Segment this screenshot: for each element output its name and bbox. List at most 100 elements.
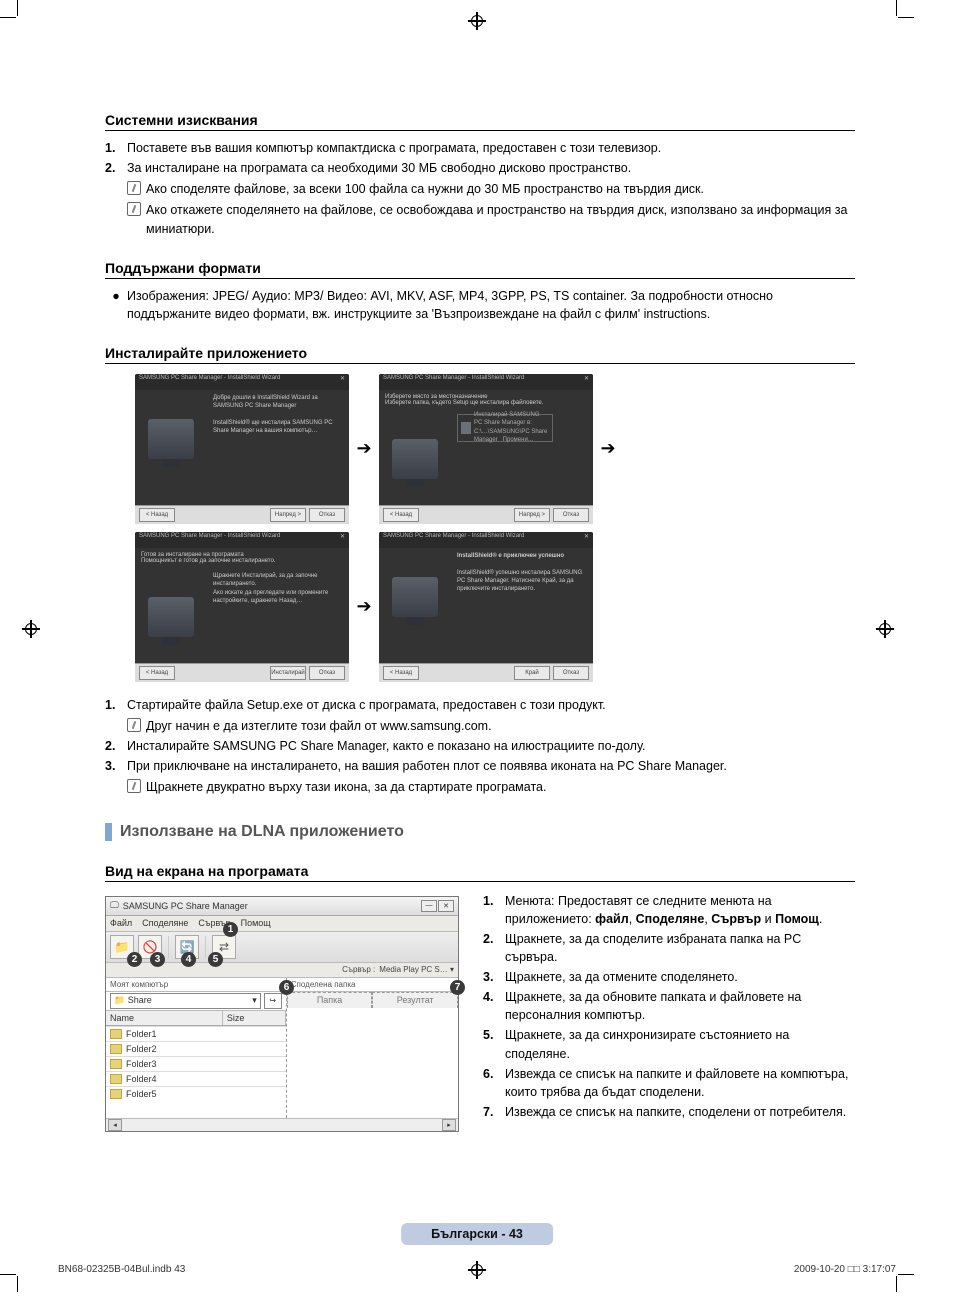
registration-mark <box>876 620 894 638</box>
note-text: Щракнете двукратно върху тази икона, за … <box>146 778 546 796</box>
doc-name: BN68-02325B-04Bul.indb 43 <box>58 1264 185 1275</box>
callout-5: 5 <box>208 952 223 967</box>
callout-3: 3 <box>150 952 165 967</box>
crop-mark <box>896 0 897 16</box>
doc-timestamp: 2009-10-20 □□ 3:17:07 <box>794 1264 896 1275</box>
menu-file: Файл <box>110 918 132 928</box>
section-supported-formats: Поддържани формати <box>105 260 855 279</box>
panel-label: Споделена папка <box>287 978 458 992</box>
app-title-text: SAMSUNG PC Share Manager <box>123 901 248 911</box>
section-dlna-use: Използване на DLNA приложението <box>105 823 855 841</box>
legend-text: Менюта: Предоставят се следните менюта н… <box>505 892 855 928</box>
legend-text: Щракнете, за да обновите папката и файло… <box>505 990 801 1022</box>
crop-mark <box>0 1274 16 1275</box>
folder-icon <box>461 422 471 434</box>
server-value: Media Play PC S… ▾ <box>379 965 454 974</box>
shared-panel: Споделена папка ПапкаРезултат <box>287 978 458 1118</box>
print-footer: BN68-02325B-04Bul.indb 43 2009-10-20 □□ … <box>58 1264 896 1275</box>
installer-screenshot: SAMSUNG PC Share Manager - InstallShield… <box>135 532 349 682</box>
installer-screenshot: SAMSUNG PC Share Manager - InstallShield… <box>135 374 349 524</box>
installer-screenshot: SAMSUNG PC Share Manager - InstallShield… <box>379 532 593 682</box>
legend-text: Щракнете, за да отмените споделянето. <box>505 970 738 984</box>
folder-row: Folder5 <box>106 1086 286 1101</box>
list-number: 6. <box>483 1065 505 1101</box>
menubar: Файл Споделяне Сървър Помощ <box>106 916 458 932</box>
window-title: SAMSUNG PC Share Manager - InstallShield… <box>139 375 280 389</box>
go-button: ↪ <box>264 993 282 1009</box>
list-number: 1. <box>105 139 127 157</box>
callout-2: 2 <box>127 952 142 967</box>
list-number: 7. <box>483 1103 505 1121</box>
list-number: 2. <box>483 930 505 966</box>
callout-6: 6 <box>279 980 294 995</box>
window-title: SAMSUNG PC Share Manager - InstallShield… <box>383 375 524 389</box>
app-screenshot: 🖵 SAMSUNG PC Share Manager —✕ Файл Споде… <box>105 896 459 1132</box>
list-number: 1. <box>105 696 127 735</box>
app-icon: 🖵 <box>110 900 119 911</box>
legend-text: Щракнете, за да синхронизирате състояние… <box>505 1028 789 1060</box>
list-number: 2. <box>105 737 127 755</box>
col-name: Name <box>106 1011 223 1025</box>
section-heading: Използване на DLNA приложението <box>120 823 404 841</box>
folder-row: Folder1 <box>106 1026 286 1041</box>
note-icon <box>127 718 141 732</box>
list-number: 3. <box>483 968 505 986</box>
section-system-requirements: Системни изисквания <box>105 112 855 131</box>
section-bar-icon <box>105 823 112 841</box>
note-icon <box>127 181 141 195</box>
list-number: 4. <box>483 988 505 1024</box>
crop-mark <box>17 1276 18 1292</box>
menu-share: Споделяне <box>142 918 188 928</box>
close-icon: ✕ <box>340 533 345 547</box>
list-number: 2. <box>105 159 127 238</box>
minimize-icon: — <box>421 900 437 912</box>
close-icon: ✕ <box>584 533 589 547</box>
crop-mark <box>0 17 16 18</box>
arrow-icon: ➔ <box>593 374 623 524</box>
bullet-icon: ● <box>105 287 127 323</box>
folder-row: Folder3 <box>106 1056 286 1071</box>
arrow-icon: ➔ <box>349 532 379 682</box>
note-text: Ако откажете споделянето на файлове, се … <box>146 201 855 237</box>
note-text: Ако споделяте файлове, за всеки 100 файл… <box>146 180 704 198</box>
callout-4: 4 <box>181 952 196 967</box>
legend-text: Извежда се списък на папките, споделени … <box>505 1105 846 1119</box>
panel-label: Моят компютър <box>106 978 286 992</box>
installer-screenshot: SAMSUNG PC Share Manager - InstallShield… <box>379 374 593 524</box>
window-title: SAMSUNG PC Share Manager - InstallShield… <box>139 533 280 547</box>
note-text: Друг начин е да изтеглите този файл от w… <box>146 717 492 735</box>
share-dropdown: 📁 Share▾ <box>110 993 261 1009</box>
list-number: 5. <box>483 1026 505 1062</box>
server-label: Сървър : <box>342 965 375 974</box>
monitor-icon <box>392 439 438 479</box>
crop-mark <box>898 1274 914 1275</box>
tab-result: Резултат <box>372 992 458 1008</box>
view-legend: 1.Менюта: Предоставят се следните менюта… <box>483 890 855 1124</box>
folder-row: Folder2 <box>106 1041 286 1056</box>
monitor-icon <box>148 597 194 637</box>
legend-text: Извежда се списък на папките и файловете… <box>505 1067 848 1099</box>
list-text: Стартирайте файла Setup.exe от диска с п… <box>127 698 606 712</box>
install-screenshots: SAMSUNG PC Share Manager - InstallShield… <box>135 374 855 682</box>
formats-text: Изображения: JPEG/ Аудио: MP3/ Видео: AV… <box>127 287 855 323</box>
list-number: 3. <box>105 757 127 796</box>
registration-mark <box>468 12 486 30</box>
section-install-app: Инсталирайте приложението <box>105 345 855 364</box>
window-title: SAMSUNG PC Share Manager - InstallShield… <box>383 533 524 547</box>
crop-mark <box>898 17 914 18</box>
crop-mark <box>896 1276 897 1292</box>
list-number: 1. <box>483 892 505 928</box>
app-titlebar: 🖵 SAMSUNG PC Share Manager —✕ <box>106 897 458 916</box>
page-footer-pill: Български - 43 <box>401 1223 553 1245</box>
note-icon <box>127 779 141 793</box>
close-icon: ✕ <box>438 900 454 912</box>
monitor-icon <box>392 577 438 617</box>
list-text: Инсталирайте SAMSUNG PC Share Manager, к… <box>127 739 645 753</box>
close-icon: ✕ <box>584 375 589 389</box>
list-text: При приключване на инсталирането, на ваш… <box>127 759 727 773</box>
sys-req-list: 1.Поставете във вашия компютър компактди… <box>105 139 855 238</box>
menu-help: Помощ <box>241 918 271 928</box>
scrollbar: ◂▸ <box>106 1118 458 1131</box>
my-computer-panel: Моят компютър 📁 Share▾ ↪ NameSize Folder… <box>106 978 287 1118</box>
col-size: Size <box>223 1011 286 1025</box>
